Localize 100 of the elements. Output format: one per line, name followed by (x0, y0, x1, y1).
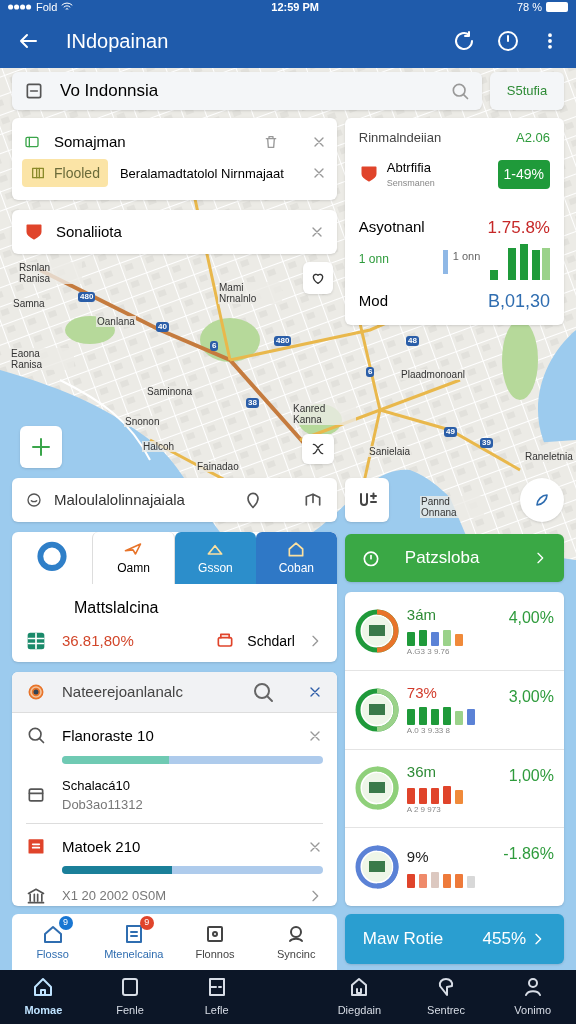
quick-tab[interactable]: Flonnos (174, 914, 256, 970)
map-search-bar[interactable]: Maloulalolinnajaiala (12, 478, 337, 522)
globe-icon (26, 682, 46, 702)
tick-labels: A.0 3 9.33 8 (406, 724, 451, 737)
donut-chart-icon (354, 845, 399, 890)
route-shield: 48 (406, 336, 419, 346)
map-label: Saminona (146, 386, 194, 397)
list-icon (24, 81, 44, 101)
metric-label: Asyotnanl (358, 217, 425, 237)
map-label: Samna (12, 298, 46, 309)
bank-icon (26, 886, 46, 906)
trend-change: 1,00% (508, 765, 554, 786)
table-icon (26, 631, 46, 652)
change-badge: 1-49% (497, 159, 550, 189)
quick-tab[interactable]: 9 Flosso (12, 914, 94, 970)
map-label: Oanlana (96, 316, 136, 327)
trend-label: 1 onn (358, 251, 390, 268)
nav-tab[interactable]: Vonimo (489, 975, 576, 1019)
trend-bars-drawing (490, 244, 550, 280)
count-badge: 9 (139, 915, 154, 930)
quick-tab[interactable]: Syncinc (255, 914, 337, 970)
route-chip[interactable]: Flooled (22, 159, 108, 188)
trend-change: -1.86% (503, 844, 554, 865)
result-title: Matoek 210 (62, 836, 142, 857)
category-tab[interactable]: Oamn (92, 532, 175, 584)
trend-value: 36m (406, 762, 437, 783)
shield-icon (24, 222, 44, 242)
filter-button[interactable]: S5tufia (490, 72, 564, 110)
tool-button[interactable] (344, 478, 389, 522)
nav-tab[interactable]: Lefle (173, 975, 260, 1019)
map-label: Sanielaia (368, 446, 412, 457)
carrier-text: Fold (36, 1, 58, 13)
map-label: Halcoh (142, 441, 176, 452)
route-shield: 39 (480, 438, 493, 448)
action-link[interactable]: Schdarl (247, 630, 295, 652)
map-label: Eaona Ranisa (10, 348, 74, 370)
trend-value: 9% (406, 846, 430, 867)
trend-value: 73% (406, 683, 438, 704)
stats-title: Rinmalndeiian (358, 129, 442, 147)
map-label: Plaadmonoanl (400, 369, 464, 380)
trend-change: 4,00% (508, 608, 554, 628)
place-title: Sonaliiota (56, 221, 123, 242)
map-label: Mami Nrnalnlo (218, 282, 282, 304)
amount-text: 36.81,80% (62, 631, 135, 651)
nav-tab[interactable]: Momae (0, 975, 87, 1019)
route-shield: 480 (274, 336, 292, 346)
refresh-icon[interactable] (452, 29, 476, 53)
search-field[interactable]: Vo Indonnsia (12, 72, 482, 110)
category-tab[interactable]: Gsson (174, 532, 256, 584)
battery-icon (546, 2, 568, 12)
result-title: Schalacá10 (62, 776, 131, 795)
tab-icon (286, 539, 307, 559)
tick-labels: A.G3 3 9.76 (406, 646, 451, 659)
map-label: Pannd Onnana (420, 496, 484, 518)
route-shield: 6 (366, 367, 375, 377)
map-icon (22, 134, 42, 150)
route-shield: 40 (156, 322, 169, 332)
map-label: Fainadao (196, 461, 240, 472)
count-badge: 9 (58, 915, 73, 930)
map-search-text: Maloulalolinnajaiala (54, 489, 186, 510)
route-shield: 6 (210, 341, 219, 351)
signal-icon (8, 3, 32, 11)
results-title: Nateerejoanlanalc (62, 681, 184, 702)
stats-item-title: Abtrfifia (386, 158, 432, 177)
result-subtitle: Dob3ao11312 (62, 796, 143, 814)
nav-tab[interactable]: Sentrec (402, 975, 490, 1019)
route-button[interactable] (302, 434, 334, 464)
zoom-in-button[interactable] (20, 426, 62, 468)
map-label: Snonon (124, 416, 161, 427)
category-tab[interactable]: Coban (255, 532, 337, 584)
donut-chart-icon (354, 608, 399, 653)
trend-caption: 1 onn (452, 248, 482, 264)
map-label: Rsnlan Ranisa (18, 262, 82, 284)
route-button[interactable] (303, 262, 333, 294)
stats-change: A2.06 (516, 129, 550, 147)
search-icon (450, 81, 470, 101)
route-detail: Beralamadtatolol Nirnmajaat (119, 164, 285, 183)
app-title: INdopainan (66, 29, 170, 54)
nav-tab[interactable]: Diegdain (316, 975, 403, 1019)
donut-chart-icon (354, 687, 399, 732)
route-shield: 49 (444, 427, 457, 437)
total-value: B,01,30 (487, 290, 550, 313)
route-shield: 38 (246, 398, 259, 408)
nav-tab[interactable]: Fenle (86, 975, 174, 1019)
stats-item-subtitle: Sensmanen (386, 177, 436, 190)
map-label: Kanred Kanna (292, 403, 356, 425)
route-title: Somajman (54, 131, 127, 152)
result-title[interactable]: X1 20 2002 0S0M (62, 886, 291, 906)
result-title: Flanoraste 10 (62, 726, 155, 746)
trend-value: 3ám (406, 604, 437, 625)
map-label: Raneletnia (524, 451, 574, 462)
quick-tab[interactable]: 9 Mtenelcaina (93, 914, 175, 970)
search-icon (26, 725, 46, 745)
donut-chart-icon (354, 766, 399, 811)
metric-value: 1.75.8% (487, 216, 550, 239)
clock-icon[interactable] (496, 29, 520, 53)
category-title: Mattslalcina (74, 598, 160, 618)
tick-labels: A 2 9 973 (406, 803, 442, 816)
route-shield: 480 (78, 292, 96, 302)
park-area (200, 318, 260, 362)
